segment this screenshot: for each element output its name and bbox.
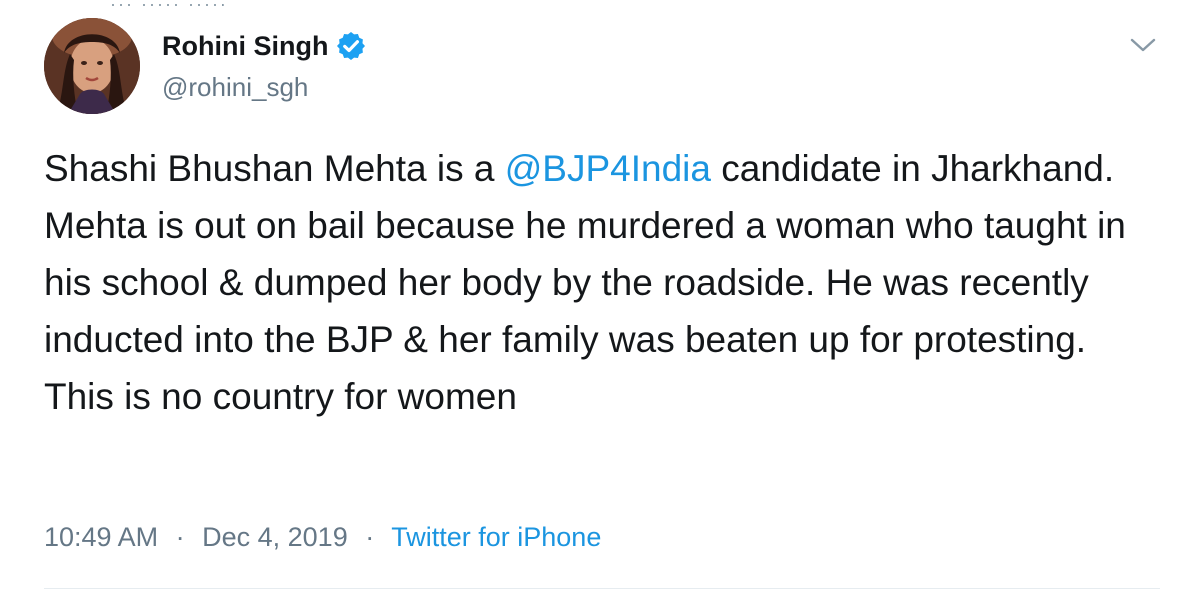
tweet-time[interactable]: 10:49 AM	[44, 522, 158, 552]
tweet-text: Shashi Bhushan Mehta is a @BJP4India can…	[44, 140, 1164, 425]
tweet-metadata: 10:49 AM · Dec 4, 2019 · Twitter for iPh…	[44, 522, 601, 553]
chevron-down-icon[interactable]	[1126, 28, 1160, 62]
meta-separator: ·	[365, 522, 375, 552]
tweet-date[interactable]: Dec 4, 2019	[202, 522, 348, 552]
author-display-name[interactable]: Rohini Singh	[162, 31, 328, 62]
tweet-text-before-mention: Shashi Bhushan Mehta is a	[44, 148, 505, 189]
avatar-image	[44, 18, 140, 114]
cropped-header-text: ··· ····· ·····	[110, 0, 228, 14]
meta-separator: ·	[175, 522, 185, 552]
author-handle[interactable]: @rohini_sgh	[162, 72, 308, 103]
verified-badge-icon	[337, 32, 366, 60]
author-row[interactable]: Rohini Singh	[162, 28, 367, 64]
mention-link[interactable]: @BJP4India	[505, 148, 711, 189]
avatar[interactable]	[44, 18, 140, 114]
tweet-source-link[interactable]: Twitter for iPhone	[391, 522, 601, 552]
